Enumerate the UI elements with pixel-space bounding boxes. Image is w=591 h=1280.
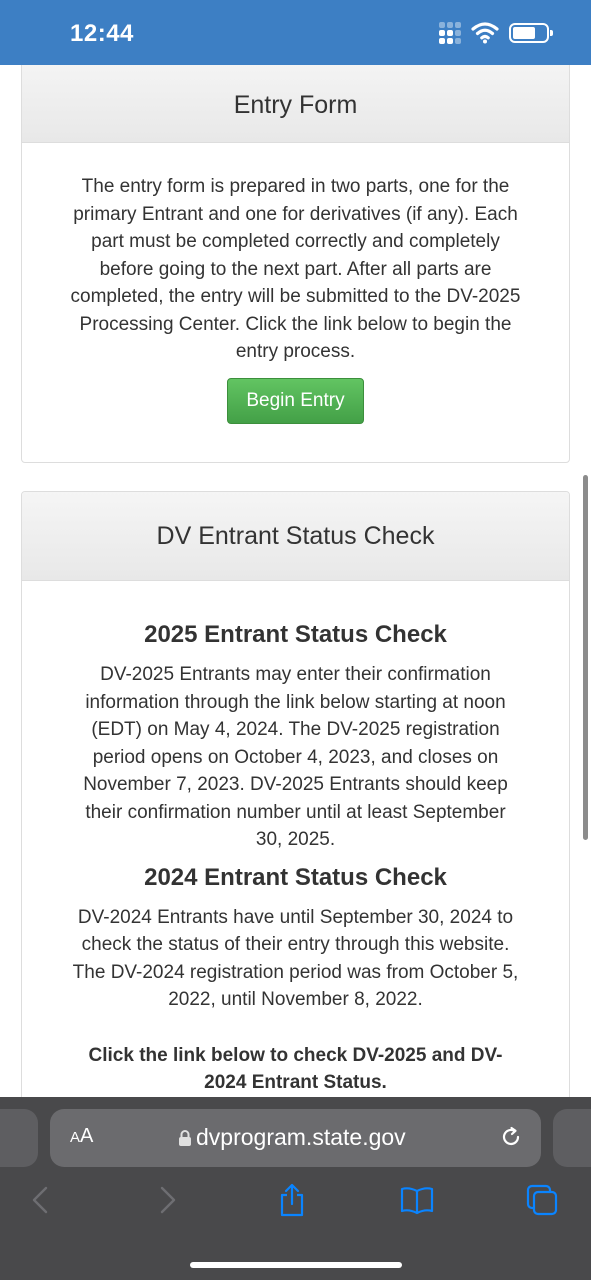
previous-tab-preview[interactable] [0,1109,38,1167]
section-text-2025: DV-2025 Entrants may enter their confirm… [83,664,508,850]
section-title-2025: 2025 Entrant Status Check [144,621,447,648]
entry-form-body: The entry form is prepared in two parts,… [22,143,569,424]
begin-entry-button[interactable]: Begin Entry [227,377,364,424]
entry-form-heading: Entry Form [22,65,569,143]
status-icons [439,22,553,44]
aa-small-label: A [70,1129,81,1146]
web-content[interactable]: Entry Form The entry form is prepared in… [0,65,591,1097]
reader-options-button[interactable]: AA [70,1125,93,1148]
status-check-panel: DV Entrant Status Check 2025 Entrant Sta… [21,491,570,1097]
entry-form-description: The entry form is prepared in two parts,… [70,176,521,362]
aa-big-label: A [80,1125,94,1147]
reload-icon[interactable] [499,1125,523,1154]
status-check-body: 2025 Entrant Status Check DV-2025 Entran… [22,581,569,1097]
lock-icon [178,1129,192,1147]
scrollbar[interactable] [583,475,588,840]
url-display[interactable]: dvprogram.state.gov [178,1124,406,1151]
browser-bottom-bar: AA dvprogram.state.gov [0,1097,591,1280]
tabs-icon[interactable] [524,1182,560,1218]
url-text: dvprogram.state.gov [196,1124,406,1150]
status-bar: 12:44 [0,0,591,65]
entry-form-panel: Entry Form The entry form is prepared in… [21,65,570,463]
address-bar[interactable]: AA dvprogram.state.gov [50,1109,541,1167]
next-tab-preview[interactable] [553,1109,591,1167]
wifi-icon [471,22,499,44]
status-time: 12:44 [70,20,134,47]
section-title-2024: 2024 Entrant Status Check [144,863,447,891]
battery-icon [509,23,553,43]
section-text-2024: DV-2024 Entrants have until September 30… [72,906,519,1011]
browser-toolbar [0,1182,591,1222]
home-indicator [190,1262,402,1268]
back-icon[interactable] [22,1182,58,1218]
status-check-heading: DV Entrant Status Check [22,492,569,581]
status-check-note: Click the link below to check DV-2025 an… [88,1044,503,1094]
forward-icon[interactable] [150,1182,186,1218]
bookmarks-icon[interactable] [399,1182,435,1218]
cellular-signal-icon [439,22,461,44]
share-icon[interactable] [274,1182,310,1218]
